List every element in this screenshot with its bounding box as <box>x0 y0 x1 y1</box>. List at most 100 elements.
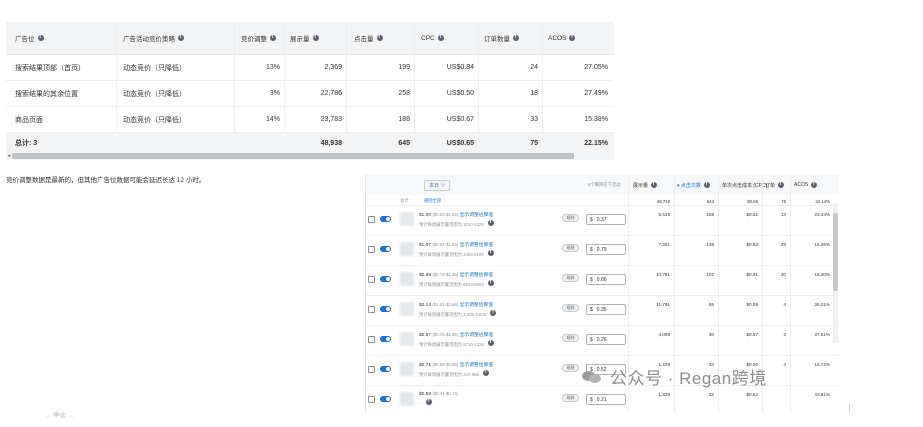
apply-rule-button[interactable]: 规则 <box>562 364 579 372</box>
info-icon[interactable] <box>312 34 319 41</box>
row-checkbox[interactable] <box>368 276 375 283</box>
info-icon[interactable] <box>437 34 444 41</box>
show-estimate-link[interactable]: 显示调整估算值 <box>460 333 494 338</box>
col-header-placement[interactable]: 广告位 <box>15 22 44 54</box>
scrollbar-thumb[interactable] <box>12 153 574 159</box>
suggested-bid: $1.07 ($0.61-$1.54) 显示调整估算值 预计每周展示量范围为 3… <box>419 241 559 258</box>
keyword-thumbnail <box>400 212 414 226</box>
row-checkbox[interactable] <box>368 306 375 313</box>
acos: 27.05% <box>584 64 608 71</box>
status-toggle[interactable] <box>380 216 391 222</box>
clicks: 36 <box>708 332 714 337</box>
col-header-clicks[interactable]: 点击量 <box>354 22 383 54</box>
status-toggle[interactable] <box>380 336 391 342</box>
info-icon[interactable] <box>490 309 497 316</box>
total-row: 总计: 3 48,938 645 US$0.65 75 22.15% <box>6 133 614 153</box>
cpc: $0.83 <box>746 242 759 247</box>
status-toggle[interactable] <box>380 306 391 312</box>
apply-rule-button[interactable]: 规则 <box>562 244 579 252</box>
col-header-impressions[interactable]: 展示量 <box>290 22 319 54</box>
row-checkbox[interactable] <box>368 366 375 373</box>
date-filter-dropdown[interactable]: 本日 ∨ <box>424 175 451 195</box>
info-icon[interactable] <box>487 339 494 346</box>
bid-input[interactable]: $0.86 <box>586 274 626 285</box>
info-icon[interactable] <box>778 181 785 188</box>
col-header-orders[interactable]: 订单数量 <box>484 22 519 54</box>
info-icon[interactable] <box>513 34 519 41</box>
cpc: $0.52 <box>746 392 759 397</box>
bid-adjustment[interactable]: 3% <box>234 81 280 106</box>
info-icon[interactable] <box>487 279 494 286</box>
bid-strategy: 动态竞价（只降低） <box>123 90 186 98</box>
col-header-clicks[interactable]: ▾ 点击次数 <box>677 175 710 195</box>
col-header-adjust[interactable]: 竞价调整 <box>241 22 276 54</box>
info-icon[interactable] <box>703 181 710 188</box>
col-header-orders[interactable]: 订单 <box>765 175 785 195</box>
status-toggle[interactable] <box>380 276 391 282</box>
bid-input[interactable]: $0.21 <box>586 394 626 405</box>
clicks: 158 <box>706 212 714 217</box>
info-icon[interactable] <box>483 369 490 376</box>
show-estimate-link[interactable]: 显示调整估算值 <box>460 243 494 248</box>
info-icon[interactable] <box>376 34 383 41</box>
total-cpc: US$0.65 <box>446 139 474 147</box>
impressions: 2,369 <box>324 64 342 71</box>
clicks: 188 <box>398 116 410 123</box>
footnote-text: ... 中止 ... <box>46 412 74 419</box>
info-icon[interactable] <box>811 181 818 188</box>
show-estimate-link[interactable]: 显示调整估算值 <box>460 273 494 278</box>
info-icon[interactable] <box>37 34 44 41</box>
apply-rule-button[interactable]: 规则 <box>562 304 579 312</box>
bid-input[interactable]: $0.35 <box>586 304 626 315</box>
orders: 33 <box>530 116 538 123</box>
col-header-cpc[interactable]: 单次点击成本 (CPC) <box>722 175 767 195</box>
table-row: 搜索结果顶部（首页） 动态竞价（只降低） 13% 2,369 199 US$0.… <box>6 55 614 81</box>
status-toggle[interactable] <box>380 366 391 372</box>
row-checkbox[interactable] <box>368 336 375 343</box>
col-header-acos[interactable]: ACOS <box>548 22 576 54</box>
keyword-table-header: 本日 ∨ 5个细则在下活动 展示量 ▾ 点击次数 单次点击成本 (CPC) 订单… <box>366 175 839 195</box>
bid-adjustment[interactable]: 13% <box>234 55 280 80</box>
col-header-cpc[interactable]: CPC <box>421 22 444 54</box>
apply-rule-button[interactable]: 规则 <box>562 274 579 282</box>
status-toggle[interactable] <box>380 396 391 402</box>
impressions: 7,281 <box>658 242 671 247</box>
table-row: $0.59 ($0.44-$0.74) -- 规则 $0.21 1,828 32… <box>366 385 839 413</box>
info-icon[interactable] <box>651 181 658 188</box>
info-icon[interactable] <box>270 34 276 41</box>
suggested-bid: $0.99 ($0.74-$1.26) 显示调整估算值 预计每周展示量范围为 5… <box>419 271 559 288</box>
bid-input[interactable]: $0.79 <box>586 244 626 255</box>
info-icon[interactable] <box>487 249 494 256</box>
orders: 20 <box>780 272 786 277</box>
bid-input[interactable]: $0.37 <box>586 214 626 225</box>
horizontal-scrollbar[interactable]: ◂ <box>6 152 614 160</box>
row-checkbox[interactable] <box>368 246 375 253</box>
bid-adjustment[interactable]: 14% <box>234 107 280 132</box>
impressions: 4,095 <box>658 332 671 337</box>
bid-input[interactable]: $0.26 <box>586 334 626 345</box>
info-icon[interactable] <box>569 34 576 41</box>
show-estimate-link[interactable]: 显示调整估算值 <box>460 303 494 308</box>
info-icon[interactable] <box>178 34 184 41</box>
row-checkbox[interactable] <box>368 396 375 403</box>
impressions: 11,791 <box>656 302 670 307</box>
col-header-acos[interactable]: ACOS <box>794 175 818 195</box>
info-icon[interactable] <box>426 398 433 405</box>
keyword-thumbnail <box>400 242 414 256</box>
impressions: 5,519 <box>658 212 671 217</box>
total-orders: 75 <box>530 139 538 147</box>
scrollbar-thumb[interactable] <box>833 213 838 291</box>
vertical-scrollbar[interactable] <box>833 203 838 343</box>
apply-rule-button[interactable]: 规则 <box>562 394 579 402</box>
col-header-strategy[interactable]: 广告活动竞价策略 <box>123 22 184 54</box>
info-icon[interactable] <box>487 219 494 226</box>
apply-rule-button[interactable]: 规则 <box>562 214 579 222</box>
show-estimate-link[interactable]: 显示调整估算值 <box>460 213 494 218</box>
cpc: $0.91 <box>746 272 759 277</box>
apply-rule-button[interactable]: 规则 <box>562 334 579 342</box>
row-checkbox[interactable] <box>368 216 375 223</box>
col-header-impressions[interactable]: 展示量 <box>633 175 658 195</box>
status-toggle[interactable] <box>380 246 391 252</box>
total-label: 总计: 3 <box>15 140 38 147</box>
show-estimate-link[interactable]: 显示调整估算值 <box>460 363 494 368</box>
